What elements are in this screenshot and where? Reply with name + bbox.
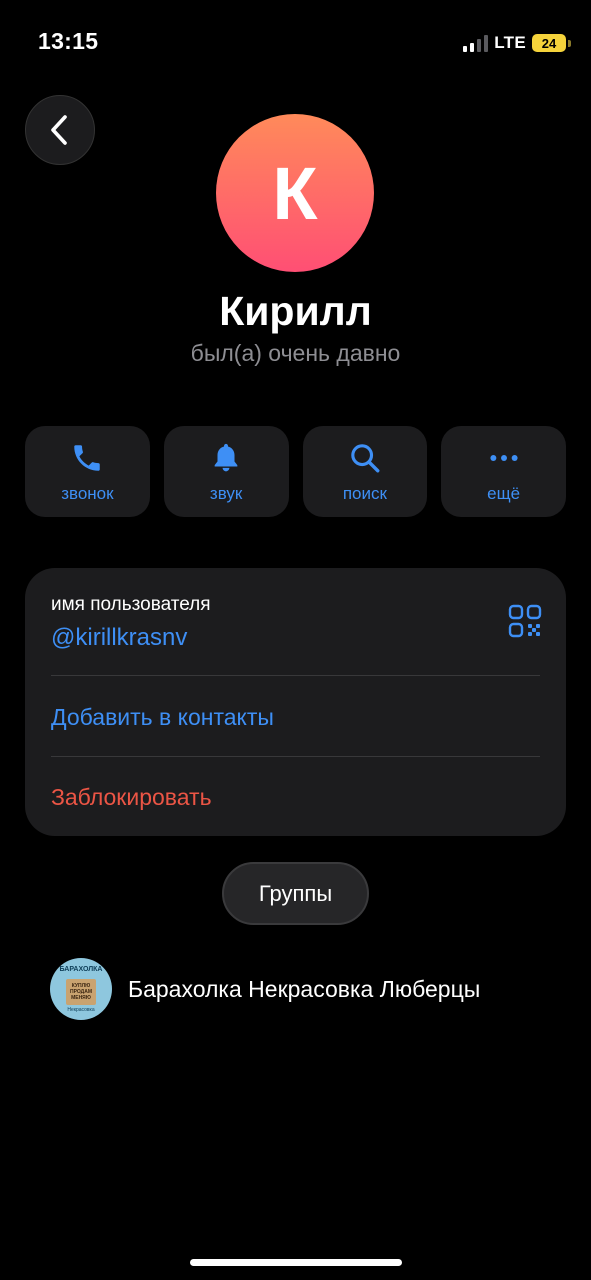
profile-last-seen: был(а) очень давно <box>190 340 401 366</box>
network-type: LTE <box>494 33 526 52</box>
group-avatar-bottom-text: Некрасовка <box>67 1007 95 1013</box>
battery-level: 24 <box>541 35 557 51</box>
group-list-item[interactable]: БАРАХОЛКА КУПЛЮ ПРОДАМ МЕНЯЮ Некрасовка … <box>50 957 480 1021</box>
avatar-initial: К <box>272 151 318 235</box>
group-avatar-box-text: КУПЛЮ ПРОДАМ МЕНЯЮ <box>69 983 93 1001</box>
status-time: 13:15 <box>38 28 99 54</box>
status-bar: 13:15 LTE 24 <box>0 0 591 90</box>
battery-icon: 24 <box>532 34 566 52</box>
phone-icon <box>69 440 105 476</box>
group-avatar-top-text: БАРАХОЛКА <box>59 966 103 973</box>
home-indicator <box>190 1259 402 1266</box>
action-bar: звонок звук поиск ещё <box>25 426 566 517</box>
mute-label: звук <box>209 483 243 503</box>
tab-groups[interactable]: Группы <box>222 862 369 925</box>
more-label: ещё <box>487 483 521 503</box>
divider <box>51 675 540 676</box>
qr-code-icon[interactable] <box>508 604 542 638</box>
back-button[interactable] <box>25 95 95 165</box>
chevron-left-icon <box>51 115 67 145</box>
signal-icon <box>463 34 489 52</box>
more-button[interactable]: ещё <box>441 426 566 517</box>
battery-tip <box>568 39 571 47</box>
bell-icon <box>208 440 244 476</box>
group-avatar: БАРАХОЛКА КУПЛЮ ПРОДАМ МЕНЯЮ Некрасовка <box>50 958 112 1020</box>
username-caption: имя пользователя <box>51 594 211 615</box>
profile-avatar[interactable]: К <box>216 114 374 272</box>
info-card: имя пользователя @kirillkrasnv Добавить … <box>25 568 566 836</box>
add-contact-button[interactable]: Добавить в контакты <box>51 704 274 731</box>
group-name: Барахолка Некрасовка Люберцы <box>128 975 481 1002</box>
call-button[interactable]: звонок <box>25 426 150 517</box>
username-link[interactable]: @kirillkrasnv <box>51 624 187 652</box>
status-indicators: LTE 24 <box>463 32 571 54</box>
more-icon <box>486 440 522 476</box>
block-button[interactable]: Заблокировать <box>51 784 212 811</box>
search-label: поиск <box>342 483 387 503</box>
divider <box>51 756 540 757</box>
mute-button[interactable]: звук <box>163 426 289 517</box>
profile-name: Кирилл <box>219 288 372 334</box>
search-icon <box>347 440 383 476</box>
call-label: звонок <box>61 483 114 503</box>
search-button[interactable]: поиск <box>302 426 428 517</box>
group-avatar-box: КУПЛЮ ПРОДАМ МЕНЯЮ <box>66 979 96 1005</box>
